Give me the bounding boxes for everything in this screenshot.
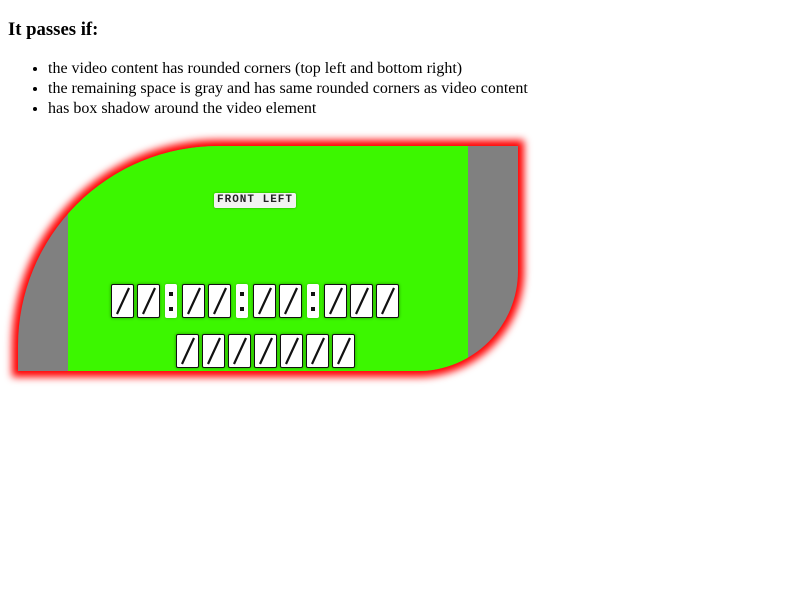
placeholder-digit-cell	[350, 284, 373, 318]
placeholder-digit-cell	[332, 334, 355, 368]
timecode-colon	[165, 284, 177, 318]
timecode-colon	[307, 284, 319, 318]
criteria-item-box-shadow: has box shadow around the video element	[48, 99, 528, 119]
channel-label: FRONT LEFT	[214, 193, 297, 208]
placeholder-digit-cell	[202, 334, 225, 368]
placeholder-digit-cell	[254, 334, 277, 368]
timecode-display	[111, 281, 402, 321]
timecode-colon	[236, 284, 248, 318]
criteria-item-gray-space: the remaining space is gray and has same…	[48, 79, 528, 99]
placeholder-digit-cell	[324, 284, 347, 318]
placeholder-digit-cell	[253, 284, 276, 318]
placeholder-digit-cell	[228, 334, 251, 368]
placeholder-digit-cell	[208, 284, 231, 318]
placeholder-digit-cell	[111, 284, 134, 318]
frame-counter-display	[176, 331, 358, 371]
placeholder-digit-cell	[376, 284, 399, 318]
video-element[interactable]: FRONT LEFT	[18, 146, 518, 371]
criteria-list: the video content has rounded corners (t…	[8, 59, 528, 119]
placeholder-digit-cell	[176, 334, 199, 368]
placeholder-digit-cell	[137, 284, 160, 318]
page-heading: It passes if:	[8, 19, 99, 40]
placeholder-digit-cell	[279, 284, 302, 318]
placeholder-digit-cell	[182, 284, 205, 318]
criteria-item-rounded-corners: the video content has rounded corners (t…	[48, 59, 528, 79]
video-content: FRONT LEFT	[68, 146, 468, 371]
placeholder-digit-cell	[280, 334, 303, 368]
placeholder-digit-cell	[306, 334, 329, 368]
